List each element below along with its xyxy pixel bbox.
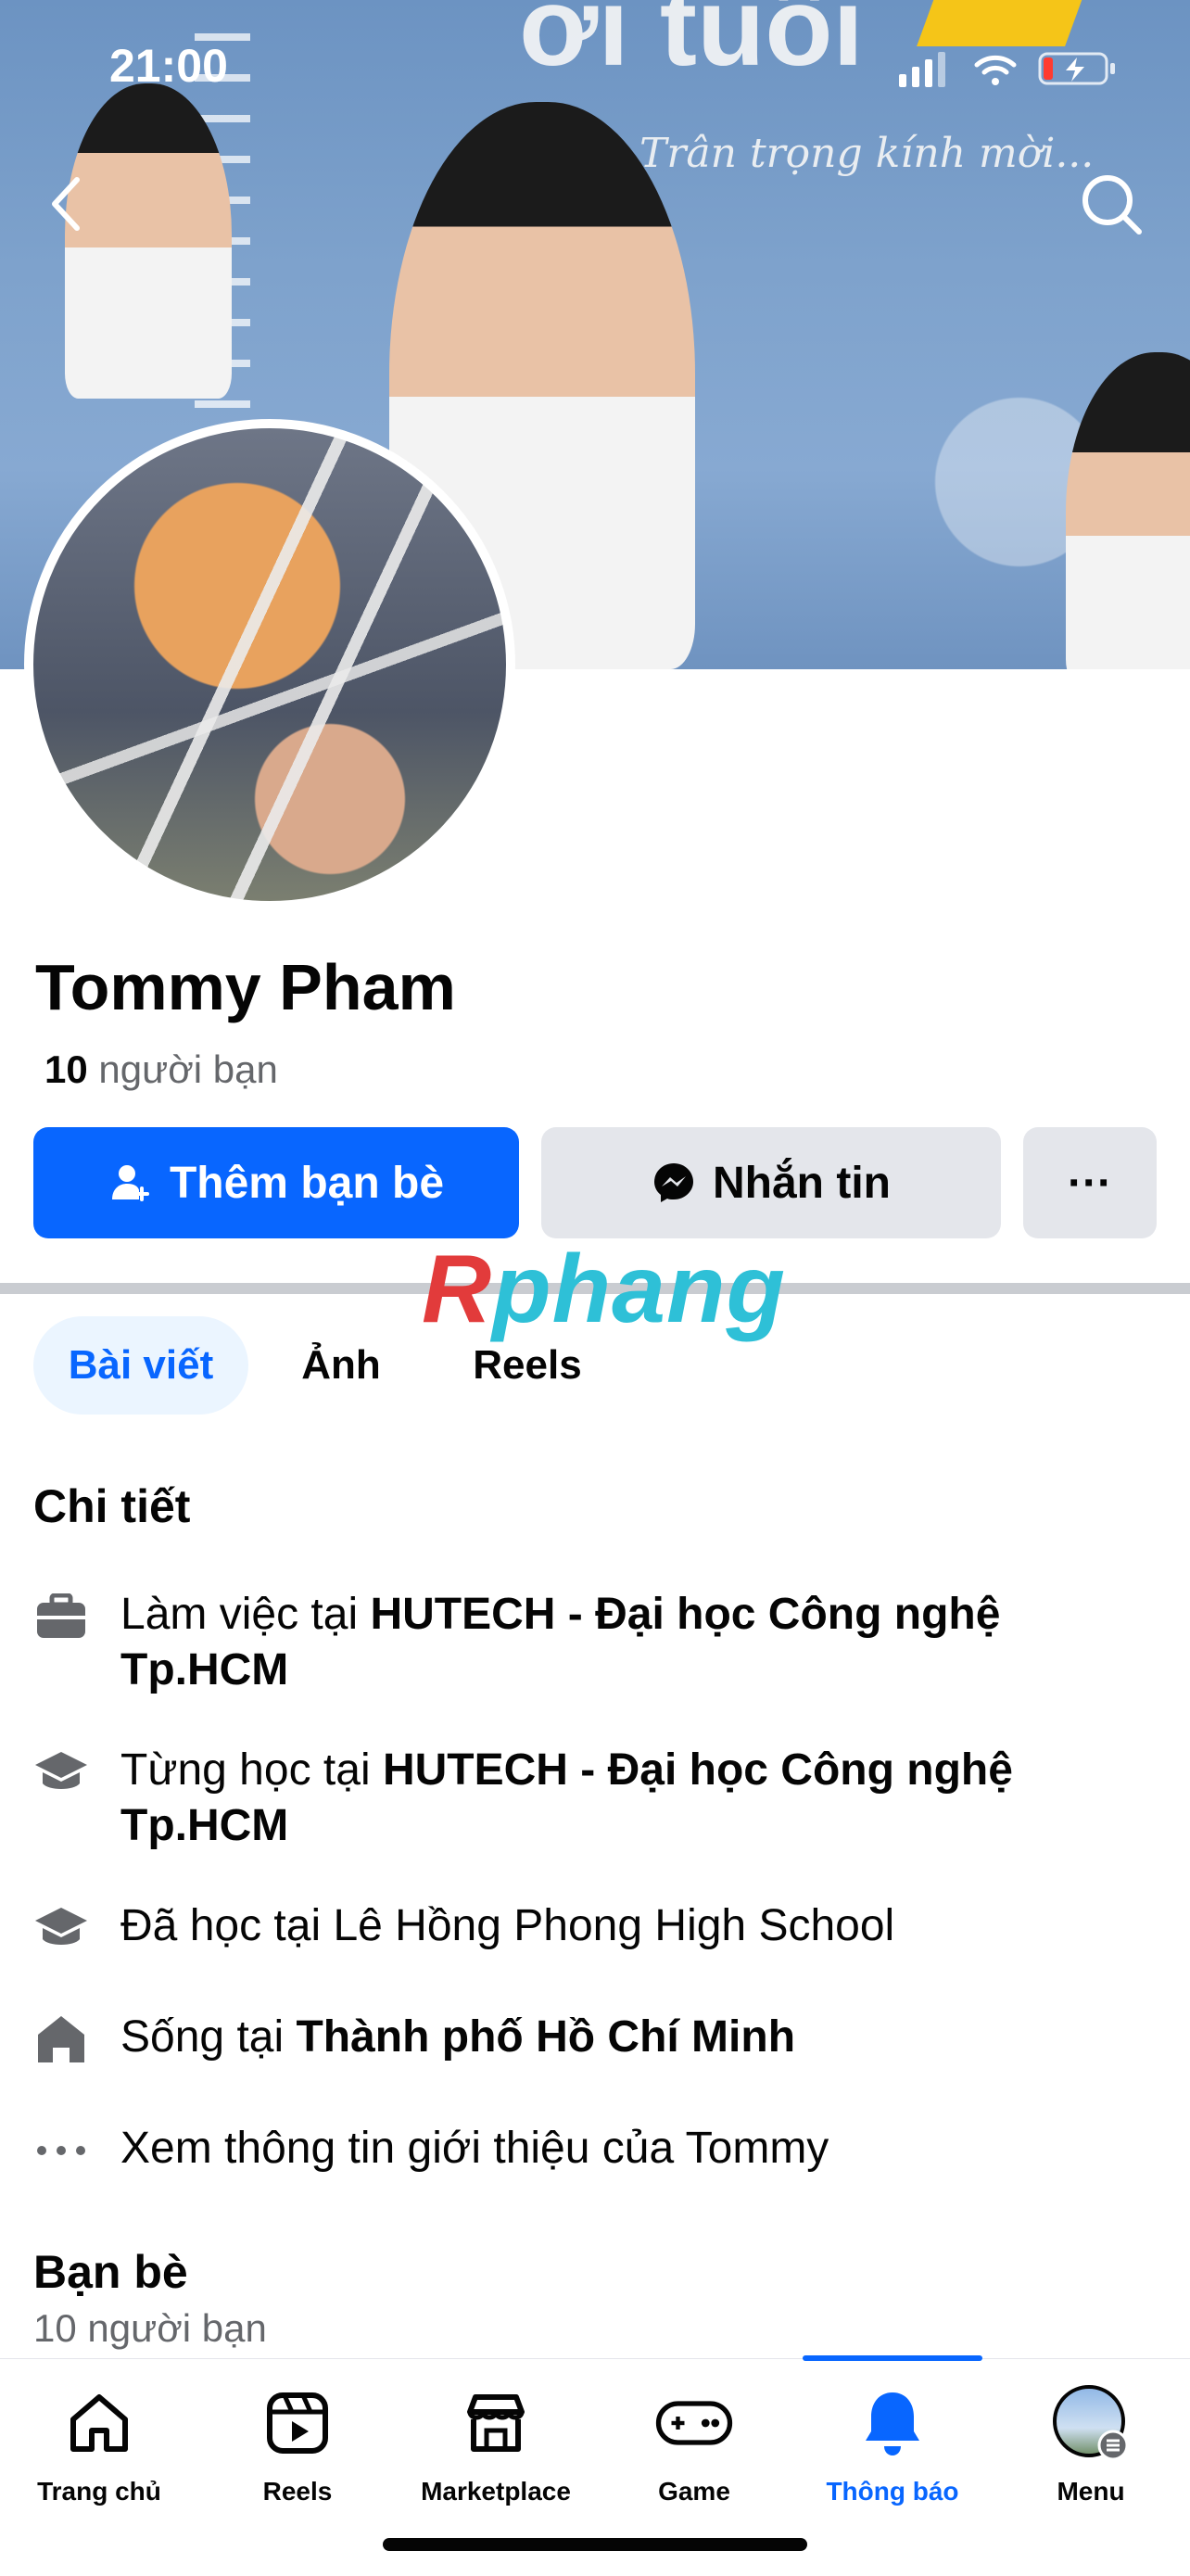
graduation-cap-icon [33, 1745, 89, 1800]
add-friend-button[interactable]: Thêm bạn bè [33, 1127, 519, 1238]
more-dots-icon [33, 2123, 89, 2178]
details-title: Chi tiết [33, 1480, 191, 1532]
signal-icon [899, 52, 945, 87]
nav-active-indicator [803, 2355, 982, 2361]
cover-tagline: Trân trọng kính mời... [639, 130, 1095, 177]
detail-lives-prefix: Sống tại [120, 2012, 297, 2062]
nav-game-label: Game [658, 2477, 730, 2506]
message-label: Nhắn tin [713, 1158, 891, 1208]
nav-notifications-label: Thông báo [826, 2477, 959, 2506]
nav-notifications[interactable]: Thông báo [793, 2373, 992, 2512]
cover-headline: ơi tuổi [519, 0, 864, 89]
detail-see-about-text: Xem thông tin giới thiệu của Tommy [120, 2121, 829, 2176]
home-indicator [383, 2538, 807, 2551]
detail-work[interactable]: Làm việc tại HUTECH - Đại học Công nghệ … [33, 1587, 1146, 1698]
nav-marketplace[interactable]: Marketplace [397, 2373, 595, 2512]
detail-highschool-text: Đã học tại Lê Hồng Phong High School [120, 1898, 894, 1954]
friends-section-title: Bạn bè [33, 2246, 188, 2298]
graduation-cap-icon [33, 1900, 89, 1956]
friends-count[interactable]: 10 người bạn [44, 1047, 278, 1092]
bell-icon [854, 2384, 931, 2462]
marketplace-icon [457, 2384, 535, 2462]
detail-work-prefix: Làm việc tại [120, 1590, 371, 1639]
detail-see-about-label: Xem thông tin giới thiệu của Tommy [120, 2124, 829, 2173]
gamepad-icon [655, 2384, 733, 2462]
add-friend-label: Thêm bạn bè [169, 1158, 445, 1208]
nav-marketplace-label: Marketplace [421, 2477, 571, 2506]
home-icon [60, 2384, 138, 2462]
messenger-icon [654, 1163, 693, 1202]
nav-game[interactable]: Game [595, 2373, 793, 2512]
search-icon [1082, 175, 1142, 235]
friends-section-subtitle: 10 người bạn [33, 2306, 267, 2350]
search-button[interactable] [1070, 162, 1153, 246]
nav-menu[interactable]: Menu [992, 2373, 1190, 2512]
detail-studied-prefix: Từng học tại [120, 1745, 383, 1795]
briefcase-icon [33, 1589, 89, 1644]
detail-highschool[interactable]: Đã học tại Lê Hồng Phong High School [33, 1898, 1146, 1956]
more-options-button[interactable]: ··· [1023, 1127, 1157, 1238]
tab-photos[interactable]: Ảnh [285, 1316, 397, 1415]
wifi-icon [974, 55, 1017, 85]
nav-reels-label: Reels [262, 2477, 333, 2506]
reels-icon [259, 2384, 336, 2462]
cover-yellow-shape [917, 0, 1085, 46]
friends-count-number: 10 [44, 1047, 88, 1091]
tab-reels[interactable]: Reels [454, 1316, 601, 1415]
back-button[interactable] [24, 162, 108, 246]
profile-avatar[interactable] [24, 419, 515, 910]
tab-posts[interactable]: Bài viết [33, 1316, 248, 1415]
nav-reels[interactable]: Reels [198, 2373, 397, 2512]
profile-name: Tommy Pham [35, 951, 456, 1023]
nav-menu-label: Menu [1057, 2477, 1125, 2506]
chevron-left-icon [52, 177, 80, 231]
detail-lives-place: Thành phố Hồ Chí Minh [296, 2012, 796, 2062]
detail-work-text: Làm việc tại HUTECH - Đại học Công nghệ … [120, 1587, 1146, 1698]
profile-avatar-icon [1052, 2384, 1130, 2462]
friends-count-label: người bạn [98, 1047, 278, 1091]
add-friend-icon [111, 1165, 149, 1201]
detail-see-about[interactable]: Xem thông tin giới thiệu của Tommy [33, 2121, 1146, 2178]
status-icons [899, 52, 1115, 87]
status-time: 21:00 [109, 40, 228, 92]
nav-home-label: Trang chủ [37, 2477, 161, 2506]
detail-lives[interactable]: Sống tại Thành phố Hồ Chí Minh [33, 2010, 1146, 2067]
nav-home[interactable]: Trang chủ [0, 2373, 198, 2512]
detail-highschool-prefix: Đã học tại Lê Hồng Phong High School [120, 1901, 895, 1950]
message-button[interactable]: Nhắn tin [541, 1127, 1001, 1238]
detail-studied[interactable]: Từng học tại HUTECH - Đại học Công nghệ … [33, 1743, 1146, 1854]
cover-person-right [1066, 352, 1190, 669]
home-icon [33, 2011, 89, 2067]
detail-studied-text: Từng học tại HUTECH - Đại học Công nghệ … [120, 1743, 1146, 1854]
more-options-label: ··· [1068, 1158, 1112, 1208]
battery-icon [1038, 52, 1115, 85]
detail-lives-text: Sống tại Thành phố Hồ Chí Minh [120, 2010, 795, 2065]
